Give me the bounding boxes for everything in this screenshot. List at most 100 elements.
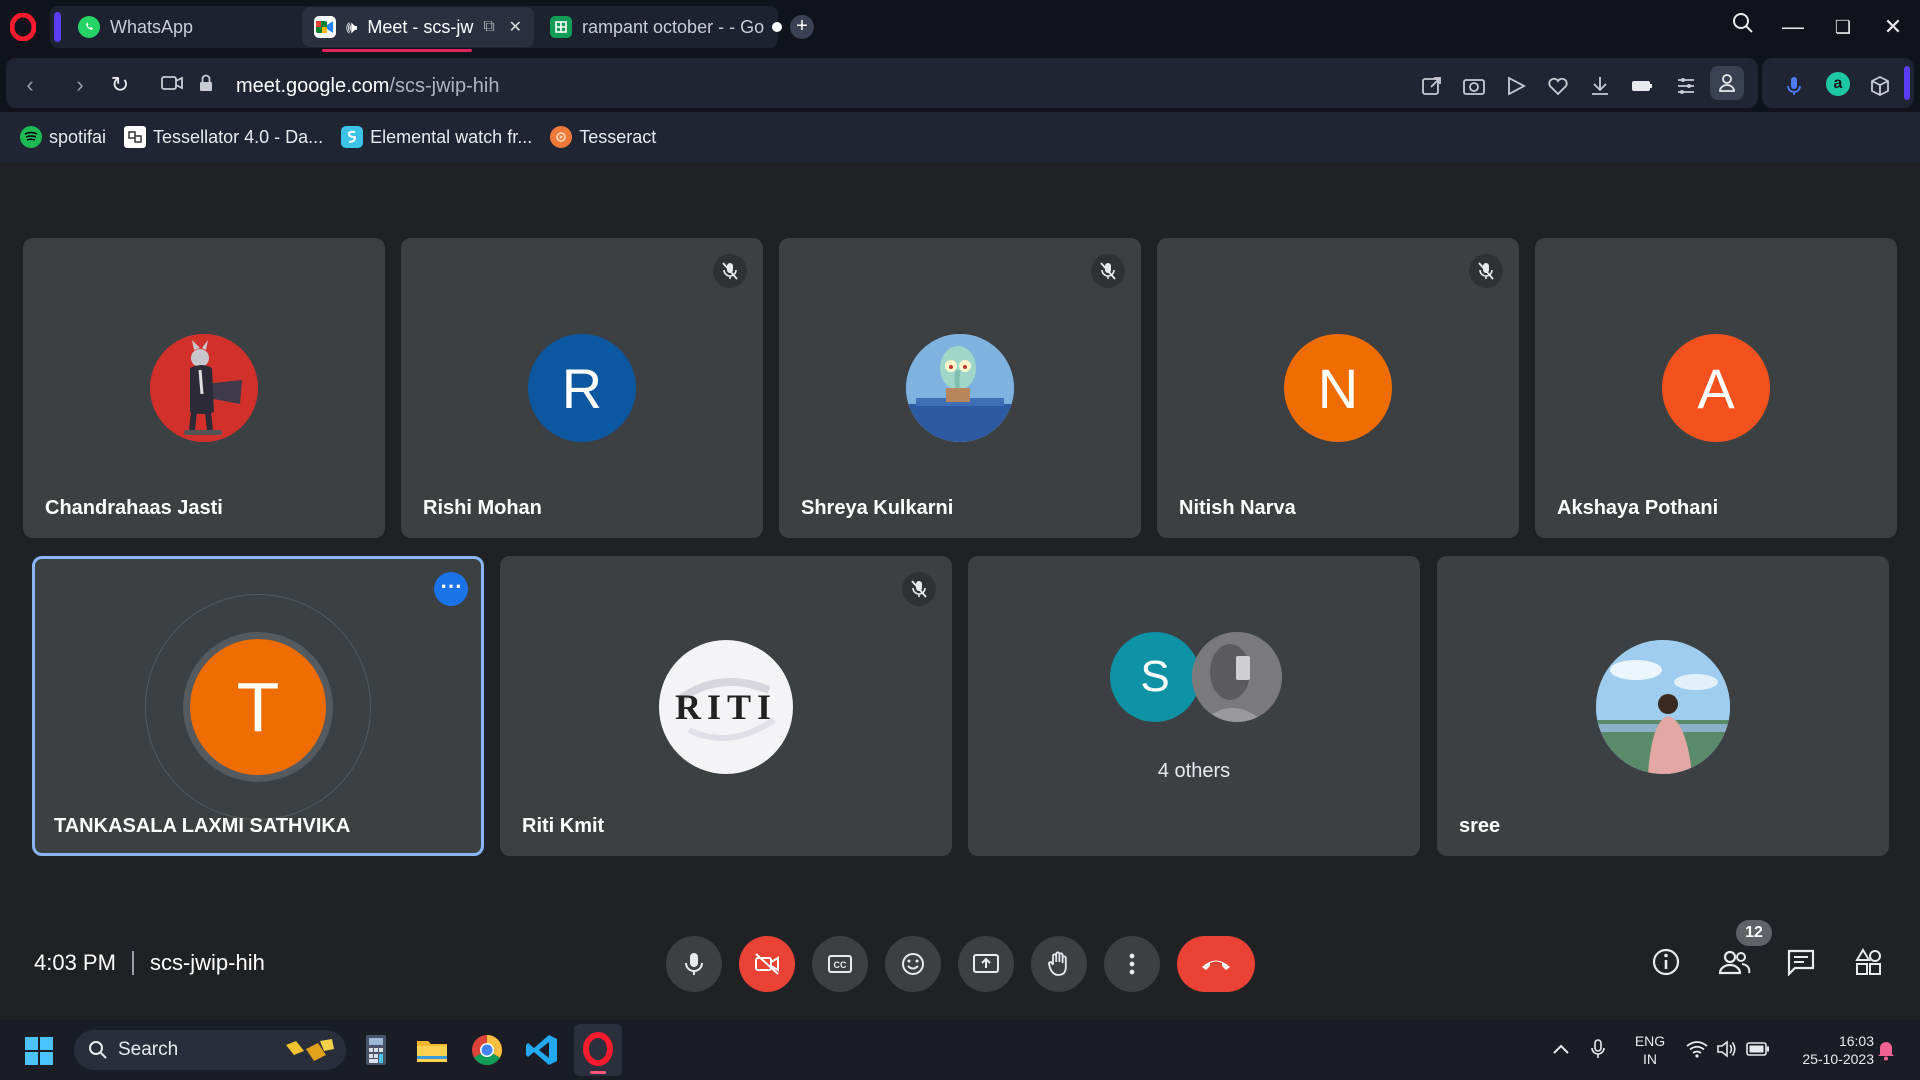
muted-mic-icon: [1469, 254, 1503, 288]
reactions-button[interactable]: [885, 936, 941, 992]
participant-tile-speaker[interactable]: T ⋯ TANKASALA LAXMI SATHVIKA: [32, 556, 484, 856]
bookmark-tesseract[interactable]: Tesseract: [550, 126, 656, 148]
participant-tile-shreya[interactable]: Shreya Kulkarni: [779, 238, 1141, 538]
taskbar-search[interactable]: Search: [74, 1030, 346, 1070]
tab-google-sheets[interactable]: rampant october - - Go: [538, 7, 776, 47]
tessellator-icon: [124, 126, 147, 148]
lock-icon[interactable]: [194, 73, 218, 97]
tesseract-icon: [550, 126, 573, 148]
opera-taskbar-active[interactable]: [574, 1024, 622, 1076]
search-icon: [89, 1041, 107, 1059]
minimize-button[interactable]: —: [1778, 12, 1808, 42]
easy-setup-icon[interactable]: [1674, 74, 1698, 98]
chat-icon: [1787, 949, 1815, 976]
person-outdoor-photo-icon: [1596, 640, 1730, 774]
microphone-button[interactable]: [666, 936, 722, 992]
raise-hand-button[interactable]: [1031, 936, 1087, 992]
participant-name: Akshaya Pothani: [1557, 497, 1719, 519]
microphone-in-use-icon[interactable]: [1590, 1038, 1606, 1060]
avatar-others-s: S: [1110, 632, 1200, 722]
windows-start-icon[interactable]: [24, 1036, 54, 1066]
clock-date: 25-10-2023: [1802, 1051, 1874, 1067]
participant-tile-akshaya[interactable]: A Akshaya Pothani: [1535, 238, 1897, 538]
picture-in-picture-icon[interactable]: ⧉: [483, 18, 494, 36]
riti-logo-image: RITI: [675, 678, 776, 741]
divider: [131, 951, 134, 975]
volume-icon[interactable]: [1716, 1040, 1738, 1058]
forward-icon[interactable]: ›: [68, 73, 92, 97]
bookmark-tessellator[interactable]: Tessellator 4.0 - Da...: [124, 126, 323, 148]
meeting-details-button[interactable]: [1644, 940, 1688, 984]
camera-access-icon[interactable]: [160, 73, 184, 97]
taskbar-clock[interactable]: 16:03 25-10-2023: [1782, 1032, 1874, 1068]
send-icon[interactable]: [1504, 74, 1528, 98]
aria-ai-icon[interactable]: a: [1826, 72, 1850, 96]
bookmark-label: Elemental watch fr...: [370, 126, 533, 147]
new-tab-button[interactable]: +: [790, 15, 814, 39]
participant-tile-others[interactable]: S 4 others: [968, 556, 1420, 856]
present-screen-button[interactable]: [958, 936, 1014, 992]
opera-logo-icon[interactable]: [10, 13, 36, 41]
download-icon[interactable]: [1588, 74, 1612, 98]
show-hidden-icons-chevron[interactable]: [1552, 1042, 1570, 1056]
person-photo-avatar-icon: [1192, 632, 1282, 722]
extensions-cube-icon[interactable]: [1868, 74, 1892, 98]
participant-tile-sree[interactable]: sree: [1437, 556, 1889, 856]
tab-whatsapp[interactable]: WhatsApp: [66, 7, 298, 47]
tab-label: rampant october - - Go: [582, 16, 765, 37]
meeting-time: 4:03 PM: [34, 950, 116, 975]
extensions-panel: a: [1762, 58, 1914, 108]
battery-icon[interactable]: [1746, 1042, 1770, 1056]
battery-saver-icon[interactable]: [1630, 74, 1654, 98]
bookmark-elemental-watch[interactable]: Elemental watch fr...: [341, 126, 532, 148]
captions-button[interactable]: CC: [812, 936, 868, 992]
people-count-badge: 12: [1736, 920, 1772, 946]
people-button[interactable]: [1712, 940, 1756, 984]
bookmark-label: Tesseract: [579, 126, 657, 147]
address-url[interactable]: meet.google.com/scs-jwip-hih: [236, 75, 499, 98]
meeting-info: 4:03 PM scs-jwip-hih: [34, 950, 265, 976]
file-explorer-icon[interactable]: [414, 1032, 450, 1068]
close-window-button[interactable]: ✕: [1878, 12, 1908, 42]
participant-tile-nitish[interactable]: N Nitish Narva: [1157, 238, 1519, 538]
share-icon[interactable]: [1420, 74, 1444, 98]
activities-button[interactable]: [1846, 940, 1890, 984]
participant-tile-rishi[interactable]: R Rishi Mohan: [401, 238, 763, 538]
avatar-nitish: N: [1284, 334, 1392, 442]
close-tab-icon[interactable]: ✕: [509, 17, 522, 37]
more-options-menu-button[interactable]: [1104, 936, 1160, 992]
back-icon[interactable]: ‹: [18, 73, 42, 97]
bookmark-heart-icon[interactable]: [1546, 74, 1570, 98]
bookmark-spotifai[interactable]: spotifai: [20, 126, 106, 148]
participant-tile-riti[interactable]: RITI Riti Kmit: [500, 556, 952, 856]
speaker-playing-icon[interactable]: 🕪: [346, 17, 357, 38]
voice-search-mic-icon[interactable]: [1782, 74, 1806, 98]
profile-button[interactable]: [1710, 66, 1744, 100]
closed-captions-icon: CC: [828, 955, 852, 973]
chat-button[interactable]: [1779, 940, 1823, 984]
address-bar-container: ‹ › ↻ meet.google.com/scs-jwip-hih: [6, 58, 1758, 108]
snapshot-camera-icon[interactable]: [1462, 74, 1486, 98]
region-code: IN: [1643, 1051, 1657, 1067]
leave-call-button[interactable]: [1177, 936, 1255, 992]
participant-name: Chandrahaas Jasti: [45, 497, 223, 519]
participant-tile-chandrahaas[interactable]: Chandrahaas Jasti: [23, 238, 385, 538]
more-options-button[interactable]: ⋯: [434, 572, 468, 606]
wifi-icon[interactable]: [1686, 1040, 1708, 1058]
search-tabs-icon[interactable]: [1728, 12, 1758, 42]
camera-toggle-button[interactable]: [739, 936, 795, 992]
language-indicator[interactable]: ENG IN: [1630, 1032, 1670, 1068]
opera-app-icon: [583, 1032, 613, 1066]
calculator-app-icon[interactable]: [358, 1032, 394, 1068]
tab-meet[interactable]: 🕪 Meet - scs-jw ⧉ ✕: [302, 7, 534, 47]
avatar-speaker: T: [190, 639, 326, 775]
notification-bell-icon[interactable]: [1876, 1039, 1896, 1061]
vscode-app-icon[interactable]: [524, 1032, 560, 1068]
chrome-app-icon[interactable]: [469, 1032, 505, 1068]
participant-name: Riti Kmit: [522, 815, 605, 837]
restore-button[interactable]: ❏: [1828, 12, 1858, 42]
reload-icon[interactable]: ↻: [108, 73, 132, 97]
search-label: Search: [118, 1039, 179, 1060]
meet-call-area: Chandrahaas Jasti R Rishi Mohan Shreya K…: [0, 162, 1920, 1020]
bookmark-label: Tessellator 4.0 - Da...: [153, 126, 324, 147]
